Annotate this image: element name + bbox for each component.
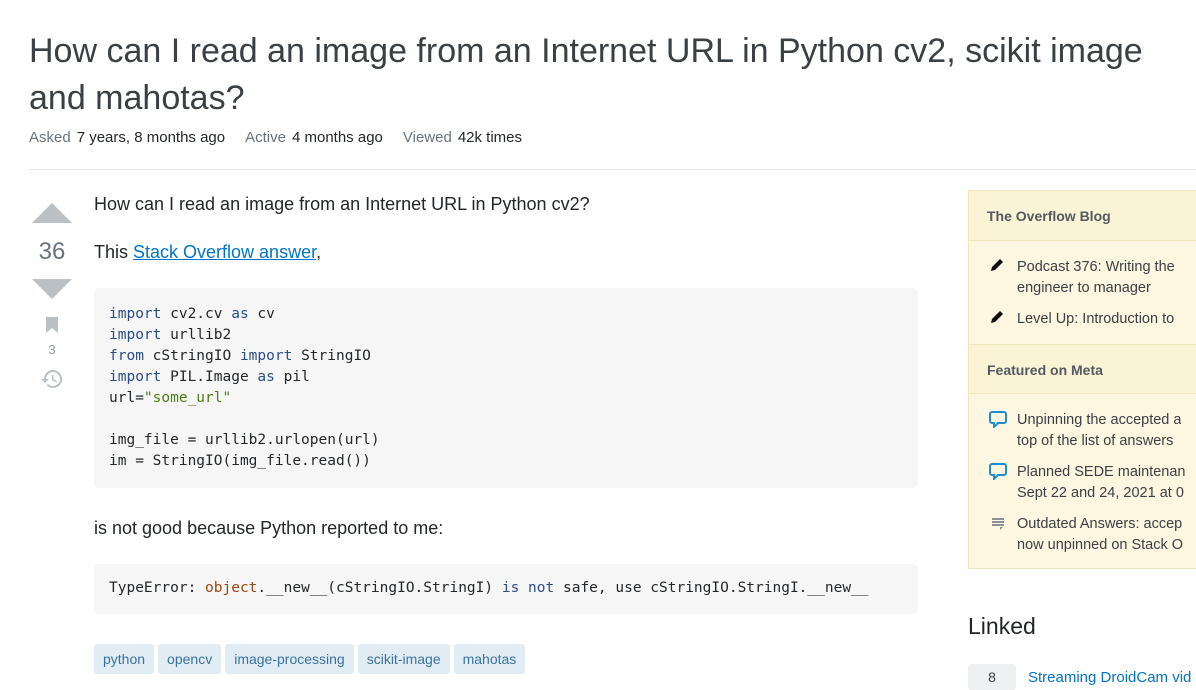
sidebar-item[interactable]: Unpinning the accepted a top of the list … xyxy=(969,406,1196,458)
code-token: safe, use cStringIO.StringI.__new__ xyxy=(554,580,869,596)
tag-opencv[interactable]: opencv xyxy=(158,644,222,674)
body-paragraph-2: This Stack Overflow answer, xyxy=(94,242,322,262)
sidebar-item-text[interactable]: Outdated Answers: accep now unpinned on S… xyxy=(1017,514,1183,556)
sidebar-item-line: Level Up: Introduction to xyxy=(1017,311,1175,327)
code-token: cStringIO xyxy=(143,348,240,364)
code-token: urllib2 xyxy=(161,327,232,343)
code-block-2: TypeError: object.__new__(cStringIO.Stri… xyxy=(94,564,918,614)
code-token: import xyxy=(109,369,162,385)
code-token: PIL.Image xyxy=(161,369,258,385)
vote-cell: 36 3 xyxy=(29,200,75,391)
code-token: object xyxy=(205,580,258,596)
code-token: url= xyxy=(109,390,144,406)
vote-count: 36 xyxy=(38,238,66,265)
sidebar-item[interactable]: Planned SEDE maintenan Sept 22 and 24, 20… xyxy=(969,458,1196,510)
sidebar-item-text[interactable]: Podcast 376: Writing the engineer to mana… xyxy=(1017,257,1175,299)
code-line: url="some_url" xyxy=(109,388,903,409)
header-divider xyxy=(29,169,1196,170)
code-token: as xyxy=(231,306,249,322)
linked-item: 8 Streaming DroidCam vid xyxy=(968,664,1191,690)
code-token: pil xyxy=(274,369,310,385)
body-paragraph-3: is not good because Python reported to m… xyxy=(94,518,444,538)
asked-info: Asked 7 years, 8 months ago xyxy=(29,129,226,146)
code-token: .__new__(cStringIO.StringI) xyxy=(257,580,502,596)
chat-bubble-icon xyxy=(989,410,1017,452)
linked-heading: Linked xyxy=(968,613,1036,639)
code-line xyxy=(109,409,903,430)
asked-value[interactable]: 7 years, 8 months ago xyxy=(77,129,225,146)
sidebar-item-text[interactable]: Level Up: Introduction to xyxy=(1017,309,1174,332)
blog-heading: The Overflow Blog xyxy=(969,191,1196,241)
code-token: import xyxy=(109,306,162,322)
pencil-icon xyxy=(989,257,1017,299)
sidebar-widget: The Overflow Blog Podcast 376: Writing t… xyxy=(968,190,1196,569)
code-token: import xyxy=(239,348,293,364)
pencil-icon xyxy=(989,309,1017,332)
tag-mahotas[interactable]: mahotas xyxy=(453,644,526,674)
history-icon[interactable] xyxy=(40,367,64,391)
linked-score[interactable]: 8 xyxy=(968,664,1016,690)
code-line: import PIL.Image as pil xyxy=(109,367,903,388)
active-value[interactable]: 4 months ago xyxy=(292,129,383,146)
code-token: StringIO xyxy=(292,348,371,364)
stack-exchange-icon xyxy=(989,514,1017,556)
sidebar-item-line: Podcast 376: Writing the xyxy=(1017,259,1175,275)
question-title[interactable]: How can I read an image from an Internet… xyxy=(29,28,1196,122)
bookmark-count: 3 xyxy=(48,342,56,357)
upvote-arrow-icon[interactable] xyxy=(32,203,72,223)
sidebar-item-line: Unpinning the accepted a xyxy=(1017,412,1182,428)
sidebar-item-line: now unpinned on Stack O xyxy=(1017,537,1184,553)
tag-image-processing[interactable]: image-processing xyxy=(225,644,354,674)
code-token: "some_url" xyxy=(143,390,232,406)
code-token: cv2.cv xyxy=(161,306,232,322)
code-token: import xyxy=(109,327,162,343)
code-token: cv xyxy=(248,306,275,322)
sidebar-item-text[interactable]: Planned SEDE maintenan Sept 22 and 24, 20… xyxy=(1017,462,1185,504)
stack-overflow-answer-link[interactable]: Stack Overflow answer xyxy=(133,242,316,262)
viewed-info: Viewed 42k times xyxy=(402,129,523,146)
code-line: im = StringIO(img_file.read()) xyxy=(109,451,903,472)
code-line: img_file = urllib2.urlopen(url) xyxy=(109,430,903,451)
linked-link[interactable]: Streaming DroidCam vid xyxy=(1028,669,1191,686)
code-line: TypeError: object.__new__(cStringIO.Stri… xyxy=(109,578,903,599)
code-block-1: import cv2.cv as cv import urllib2 from cS… xyxy=(94,288,918,488)
code-token: TypeError: xyxy=(109,580,206,596)
sidebar-item[interactable]: Outdated Answers: accep now unpinned on S… xyxy=(969,510,1196,562)
active-info: Active 4 months ago xyxy=(245,129,383,146)
question-meta: Asked 7 years, 8 months ago Active 4 month… xyxy=(29,129,522,146)
downvote-arrow-icon[interactable] xyxy=(32,279,72,299)
tag-list: python opencv image-processing scikit-image… xyxy=(94,644,526,674)
code-token: is not xyxy=(501,580,555,596)
code-token: as xyxy=(257,369,275,385)
sidebar-item-line: Outdated Answers: accep xyxy=(1017,516,1183,532)
code-line: from cStringIO import StringIO xyxy=(109,346,903,367)
blog-list: Podcast 376: Writing the engineer to mana… xyxy=(969,241,1196,344)
bookmark-icon[interactable] xyxy=(41,314,63,336)
sidebar-item-line: engineer to manager xyxy=(1017,280,1151,296)
sidebar-item[interactable]: Level Up: Introduction to xyxy=(969,305,1196,338)
code-token: img_file = urllib2.urlopen(url) xyxy=(109,432,380,448)
code-line: import cv2.cv as cv xyxy=(109,304,903,325)
sidebar-item-line: top of the list of answers xyxy=(1017,433,1174,449)
meta-list: Unpinning the accepted a top of the list … xyxy=(969,394,1196,568)
sidebar-item[interactable]: Podcast 376: Writing the engineer to mana… xyxy=(969,253,1196,305)
code-line: import urllib2 xyxy=(109,325,903,346)
sidebar-item-line: Planned SEDE maintenan xyxy=(1017,464,1186,480)
tag-scikit-image[interactable]: scikit-image xyxy=(357,644,450,674)
question-body: How can I read an image from an Internet… xyxy=(94,192,918,642)
sidebar-item-text[interactable]: Unpinning the accepted a top of the list … xyxy=(1017,410,1181,452)
code-token: im = StringIO(img_file.read()) xyxy=(109,453,371,469)
code-token: from xyxy=(109,348,144,364)
meta-heading: Featured on Meta xyxy=(969,344,1196,394)
viewed-value: 42k times xyxy=(457,129,523,146)
chat-bubble-icon xyxy=(989,462,1017,504)
body-paragraph-1: How can I read an image from an Internet… xyxy=(94,194,590,214)
sidebar-item-line: Sept 22 and 24, 2021 at 0 xyxy=(1017,485,1184,501)
tag-python[interactable]: python xyxy=(94,644,155,674)
